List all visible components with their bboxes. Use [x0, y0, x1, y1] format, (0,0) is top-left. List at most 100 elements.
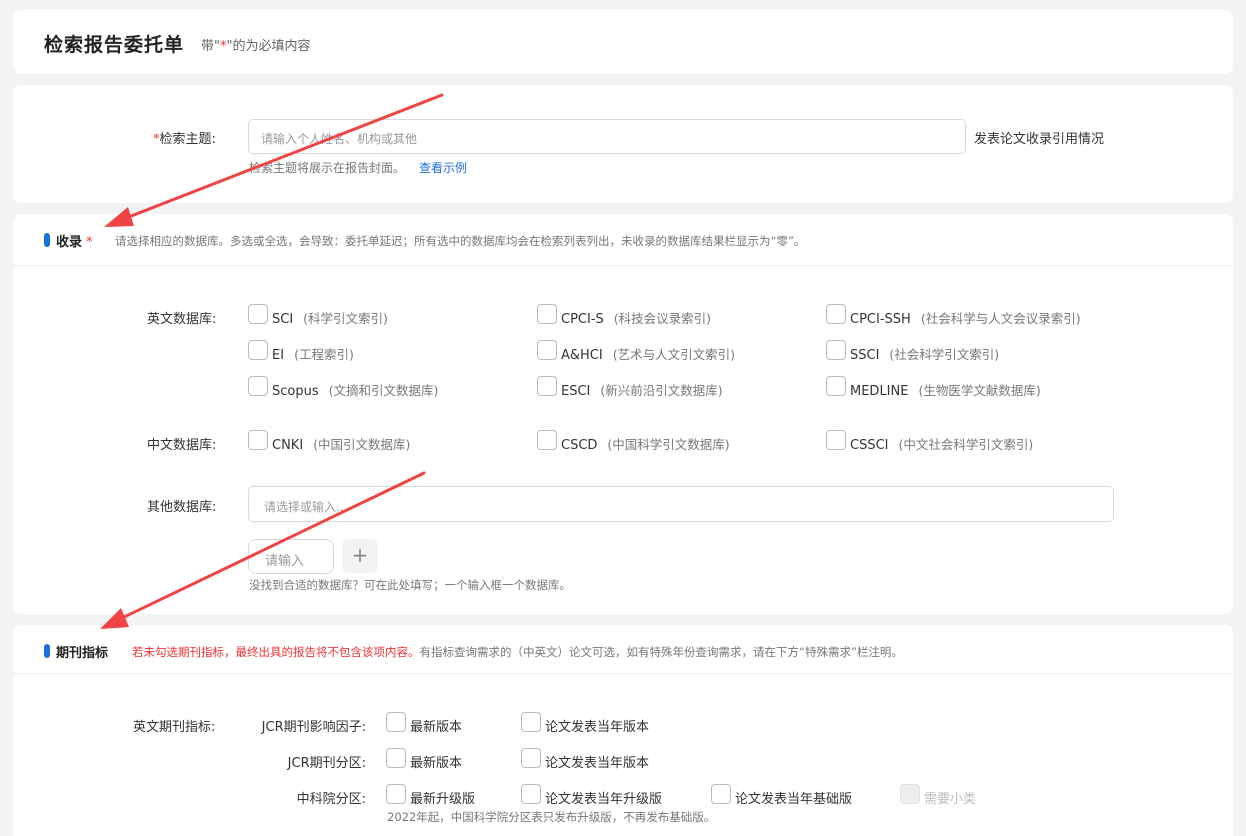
- checkbox-cnki[interactable]: [248, 430, 268, 450]
- option-label-cssci[interactable]: CSSCI (中文社会科学引文索引): [850, 434, 1033, 453]
- db-note: (工程索引): [294, 347, 354, 362]
- db-name: 论文发表当年版本: [545, 720, 650, 735]
- db-note: (社会科学与人文会议录索引): [920, 311, 1081, 326]
- db-name: MEDLINE: [850, 384, 909, 399]
- option-label-cpci-ssh[interactable]: CPCI-SSH (社会科学与人文会议录索引): [850, 308, 1081, 327]
- english-journal-label: 英文期刊指标:: [133, 720, 216, 735]
- db-name: EI: [272, 348, 285, 363]
- other-db-label: 其他数据库:: [147, 500, 217, 515]
- option-label-cnki[interactable]: CNKI (中国引文数据库): [272, 434, 410, 453]
- option-label-cpci-s[interactable]: CPCI-S (科技会议录索引): [561, 308, 711, 327]
- option-label-sci[interactable]: SCI (科学引文索引): [272, 308, 388, 327]
- option-label-scopus[interactable]: Scopus (文摘和引文数据库): [272, 380, 438, 399]
- topic-hint: 检索主题将展示在报告封面。 查看示例: [249, 161, 468, 175]
- inclusion-description: 请选择相应的数据库。多选或全选，会导致：委托单延迟；所有选中的数据库均会在检索列…: [115, 234, 806, 248]
- option-label-journal-2-0[interactable]: 最新升级版: [410, 788, 475, 807]
- option-label-journal-1-0[interactable]: 最新版本: [410, 752, 462, 771]
- db-name: CPCI-SSH: [850, 312, 911, 327]
- db-name: SSCI: [850, 348, 880, 363]
- checkbox-journal-2-2[interactable]: [711, 784, 731, 804]
- db-name: 最新版本: [410, 756, 463, 771]
- checkbox-esci[interactable]: [537, 376, 557, 396]
- inclusion-header: 收录 * 请选择相应的数据库。多选或全选，会导致：委托单延迟；所有选中的数据库均会…: [13, 214, 1233, 266]
- checkbox-a-hci[interactable]: [537, 340, 557, 360]
- section-marker: [44, 233, 50, 247]
- db-name: CPCI-S: [561, 312, 604, 327]
- option-label-journal-1-1[interactable]: 论文发表当年版本: [545, 752, 649, 771]
- option-label-medline[interactable]: MEDLINE (生物医学文献数据库): [850, 380, 1041, 399]
- checkbox-cscd[interactable]: [537, 430, 557, 450]
- journal-row-label: JCR期刊分区:: [287, 756, 366, 771]
- checkbox-cssci[interactable]: [826, 430, 846, 450]
- option-label-journal-0-0[interactable]: 最新版本: [410, 716, 462, 735]
- option-label-a-hci[interactable]: A&HCI (艺术与人文引文索引): [561, 344, 735, 363]
- db-note: (科技会议录索引): [613, 311, 712, 326]
- checkbox-cpci-s[interactable]: [537, 304, 557, 324]
- checkbox-ssci[interactable]: [826, 340, 846, 360]
- required-note: 带"*"的为必填内容: [201, 39, 311, 54]
- custom-db-placeholder: 请输入: [265, 554, 305, 569]
- checkbox-journal-0-0[interactable]: [386, 712, 406, 732]
- journal-header: 期刊指标 若未勾选期刊指标，最终出具的报告将不包含该项内容。有指标查询需求的（中…: [13, 625, 1233, 674]
- checkbox-ei[interactable]: [248, 340, 268, 360]
- inclusion-card: 收录 * 请选择相应的数据库。多选或全选，会导致：委托单延迟；所有选中的数据库均会…: [13, 214, 1233, 614]
- option-label-cscd[interactable]: CSCD (中国科学引文数据库): [561, 434, 730, 453]
- option-label-esci[interactable]: ESCI (新兴前沿引文数据库): [561, 380, 723, 399]
- journal-card: 期刊指标 若未勾选期刊指标，最终出具的报告将不包含该项内容。有指标查询需求的（中…: [13, 625, 1233, 836]
- checkbox-scopus[interactable]: [248, 376, 268, 396]
- db-note: (艺术与人文引文索引): [612, 347, 735, 362]
- journal-row-label: JCR期刊影响因子:: [261, 720, 366, 735]
- option-label-journal-2-2[interactable]: 论文发表当年基础版: [735, 788, 852, 807]
- custom-db-hint: 没找到合适的数据库？可在此处填写；一个输入框一个数据库。: [249, 578, 571, 592]
- topic-label: *检索主题:: [153, 132, 216, 147]
- checkbox-need-subcategory[interactable]: [900, 784, 920, 804]
- need-subcategory-label[interactable]: 需要小类: [924, 788, 976, 807]
- db-name: ESCI: [561, 384, 591, 399]
- db-note: (生物医学文献数据库): [918, 383, 1041, 398]
- view-example-link[interactable]: 查看示例: [419, 161, 467, 175]
- db-name: CNKI: [272, 438, 304, 453]
- journal-row-label: 中科院分区:: [296, 792, 366, 807]
- db-name: 论文发表当年版本: [545, 756, 650, 771]
- db-name: A&HCI: [561, 348, 603, 363]
- db-note: (中国引文数据库): [313, 437, 411, 452]
- other-db-select[interactable]: 请选择或输入...: [248, 486, 1114, 522]
- checkbox-sci[interactable]: [248, 304, 268, 324]
- checkbox-journal-1-1[interactable]: [521, 748, 541, 768]
- db-name: CSSCI: [850, 438, 889, 453]
- checkbox-cpci-ssh[interactable]: [826, 304, 846, 324]
- chinese-db-label: 中文数据库:: [147, 438, 217, 453]
- journal-description: 若未勾选期刊指标，最终出具的报告将不包含该项内容。有指标查询需求的（中英文）论文…: [132, 645, 903, 659]
- db-note: (新兴前沿引文数据库): [600, 383, 723, 398]
- header-card: 检索报告委托单 带"*"的为必填内容: [13, 10, 1233, 74]
- checkbox-journal-2-0[interactable]: [386, 784, 406, 804]
- english-db-label: 英文数据库:: [147, 312, 217, 327]
- section-marker: [44, 644, 50, 658]
- topic-card: *检索主题: 请输入个人姓名、机构或其他 发表论文收录引用情况 检索主题将展示在…: [13, 85, 1233, 203]
- journal-title: 期刊指标: [56, 646, 109, 661]
- topic-input[interactable]: 请输入个人姓名、机构或其他: [248, 119, 966, 154]
- checkbox-journal-1-0[interactable]: [386, 748, 406, 768]
- db-name: Scopus: [272, 384, 319, 399]
- topic-suffix: 发表论文收录引用情况: [974, 132, 1105, 147]
- custom-db-input[interactable]: 请输入: [248, 539, 334, 574]
- db-note: (文摘和引文数据库): [328, 383, 439, 398]
- db-name: 最新版本: [410, 720, 463, 735]
- checkbox-journal-2-1[interactable]: [521, 784, 541, 804]
- db-name: 最新升级版: [410, 792, 476, 807]
- option-label-journal-2-1[interactable]: 论文发表当年升级版: [545, 788, 662, 807]
- db-name: SCI: [272, 312, 294, 327]
- checkbox-journal-0-1[interactable]: [521, 712, 541, 732]
- db-name: 论文发表当年升级版: [545, 792, 663, 807]
- option-label-journal-0-1[interactable]: 论文发表当年版本: [545, 716, 649, 735]
- other-db-placeholder: 请选择或输入...: [264, 500, 348, 514]
- option-label-ei[interactable]: EI (工程索引): [272, 344, 354, 363]
- checkbox-medline[interactable]: [826, 376, 846, 396]
- add-db-button[interactable]: +: [342, 539, 378, 573]
- option-label-ssci[interactable]: SSCI (社会科学引文索引): [850, 344, 999, 363]
- db-note: (科学引文索引): [303, 311, 388, 326]
- journal-warning: 若未勾选期刊指标，最终出具的报告将不包含该项内容。: [132, 645, 420, 659]
- page-title: 检索报告委托单: [44, 34, 185, 56]
- db-name: 论文发表当年基础版: [735, 792, 853, 807]
- cas-hint: 2022年起，中国科学院分区表只发布升级版，不再发布基础版。: [387, 810, 716, 824]
